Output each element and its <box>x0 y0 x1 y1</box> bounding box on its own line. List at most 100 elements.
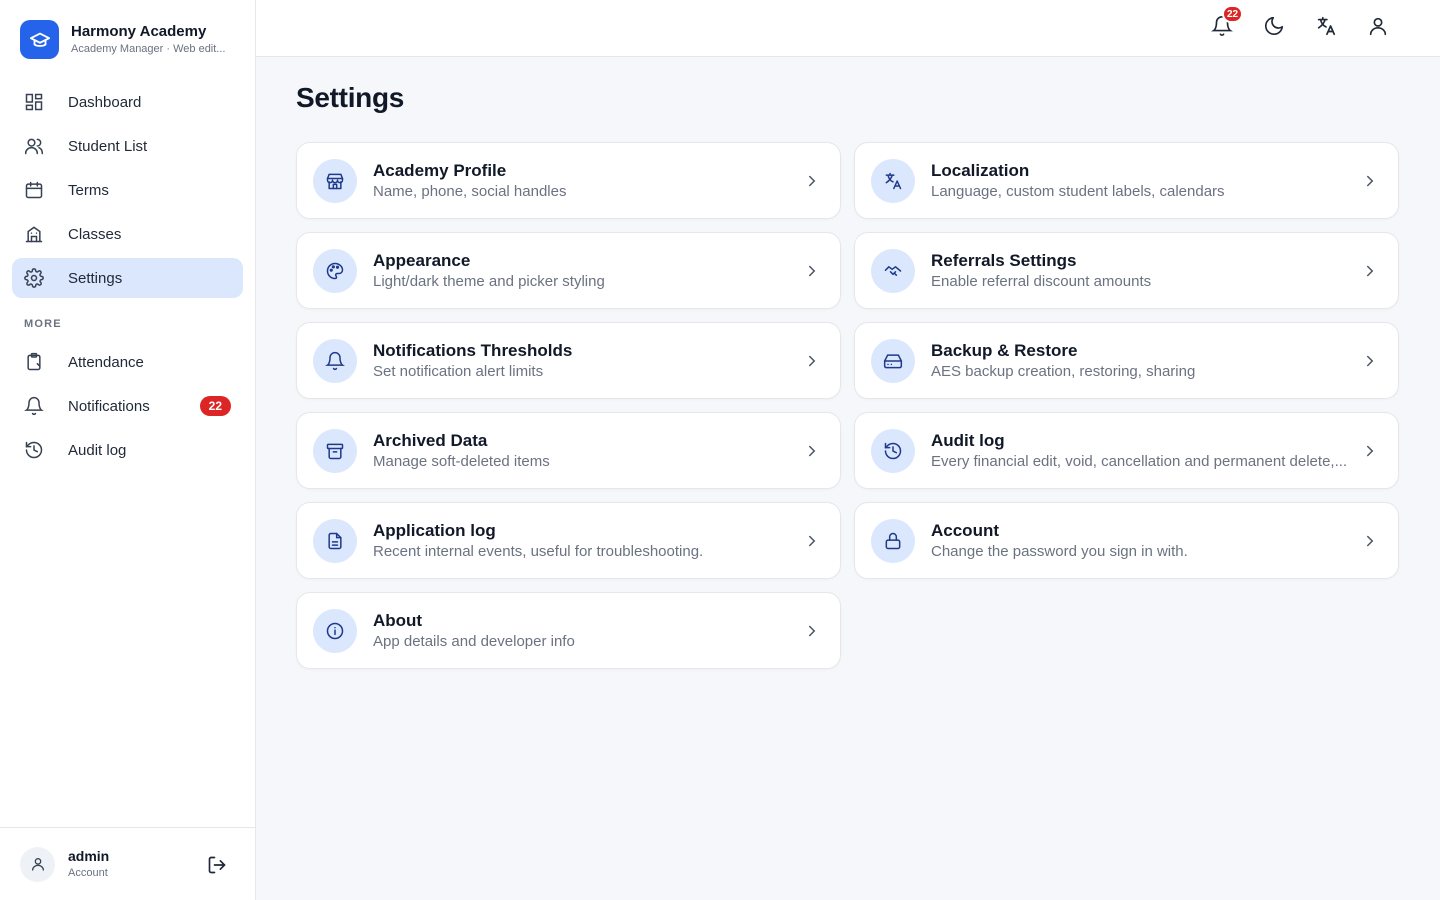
palette-icon <box>313 248 357 293</box>
chevron-right-icon <box>1360 531 1380 551</box>
sidebar-item-label: Audit log <box>68 441 127 459</box>
notification-count-badge: 22 <box>199 396 231 416</box>
history-icon <box>871 428 915 473</box>
lock-icon <box>871 518 915 563</box>
translate-icon <box>871 158 915 203</box>
card-subtitle: Set notification alert limits <box>373 362 544 380</box>
notification-count-badge: 22 <box>1222 5 1243 23</box>
brand[interactable]: Harmony Academy Academy Manager · Web ed… <box>20 20 245 59</box>
user-icon <box>1367 15 1389 42</box>
chevron-right-icon <box>1360 171 1380 191</box>
logout-icon[interactable] <box>206 854 228 876</box>
settings-card-appearance[interactable]: Appearance Light/dark theme and picker s… <box>296 232 841 309</box>
sidebar-item-terms[interactable]: Terms <box>12 170 243 210</box>
settings-card-account[interactable]: Account Change the password you sign in … <box>854 502 1399 579</box>
card-title: Localization <box>931 160 1030 180</box>
sidebar-item-classes[interactable]: Classes <box>12 214 243 254</box>
settings-card-audit-log[interactable]: Audit log Every financial edit, void, ca… <box>854 412 1399 489</box>
avatar[interactable] <box>20 846 55 882</box>
card-title: Account <box>931 520 999 540</box>
top-bar: 22 <box>256 0 1440 57</box>
moon-icon <box>1263 15 1285 42</box>
sidebar-item-student-list[interactable]: Student List <box>12 126 243 166</box>
sidebar-item-label: Settings <box>68 269 123 287</box>
card-subtitle: Name, phone, social handles <box>373 182 567 200</box>
settings-card-application-log[interactable]: Application log Recent internal events, … <box>296 502 841 579</box>
chevron-right-icon <box>802 531 822 551</box>
sidebar: Harmony Academy Academy Manager · Web ed… <box>0 0 256 900</box>
archive-icon <box>313 428 357 473</box>
users-icon <box>24 136 44 156</box>
file-text-icon <box>313 518 357 563</box>
sidebar-item-notifications[interactable]: Notifications 22 <box>12 386 243 426</box>
sidebar-item-label: Attendance <box>68 353 144 371</box>
calendar-icon <box>24 180 44 200</box>
card-subtitle: Every financial edit, void, cancellation… <box>931 452 1348 470</box>
user-account: admin Account <box>0 827 255 900</box>
info-icon <box>313 608 357 653</box>
bell-icon <box>313 338 357 383</box>
notifications-button[interactable]: 22 <box>1210 5 1243 40</box>
card-subtitle: Light/dark theme and picker styling <box>373 272 605 290</box>
sidebar-nav: Dashboard Student List Terms Classes Set… <box>12 82 243 474</box>
sidebar-item-dashboard[interactable]: Dashboard <box>12 82 243 122</box>
sidebar-item-label: Student List <box>68 137 148 155</box>
card-title: Appearance <box>373 250 471 270</box>
card-subtitle: Recent internal events, useful for troub… <box>373 542 704 560</box>
settings-card-notification-thresholds[interactable]: Notifications Thresholds Set notificatio… <box>296 322 841 399</box>
chevron-right-icon <box>802 171 822 191</box>
settings-card-archived-data[interactable]: Archived Data Manage soft-deleted items <box>296 412 841 489</box>
sidebar-item-attendance[interactable]: Attendance <box>12 342 243 382</box>
sidebar-item-label: Notifications <box>68 397 150 415</box>
card-subtitle: Language, custom student labels, calenda… <box>931 182 1225 200</box>
dashboard-icon <box>24 92 44 112</box>
user-name: admin <box>68 848 110 864</box>
card-subtitle: Manage soft-deleted items <box>373 452 550 470</box>
store-icon <box>313 158 357 203</box>
settings-card-referrals[interactable]: Referrals Settings Enable referral disco… <box>854 232 1399 309</box>
chevron-right-icon <box>802 351 822 371</box>
sidebar-item-label: Dashboard <box>68 93 142 111</box>
graduation-cap-icon <box>20 20 59 59</box>
page-title: Settings <box>296 82 405 113</box>
card-title: Academy Profile <box>373 160 507 180</box>
sidebar-item-label: Terms <box>68 181 109 199</box>
handshake-icon <box>871 248 915 293</box>
card-title: Application log <box>373 520 496 540</box>
bell-icon <box>24 396 44 416</box>
settings-card-backup-restore[interactable]: Backup & Restore AES backup creation, re… <box>854 322 1399 399</box>
brand-subtitle: Academy Manager · Web edit... <box>71 42 226 55</box>
settings-card-about[interactable]: About App details and developer info <box>296 592 841 669</box>
settings-card-localization[interactable]: Localization Language, custom student la… <box>854 142 1399 219</box>
chevron-right-icon <box>1360 351 1380 371</box>
sidebar-section-more: MORE <box>24 318 62 330</box>
card-title: Backup & Restore <box>931 340 1078 360</box>
sidebar-item-label: Classes <box>68 225 122 243</box>
card-subtitle: Enable referral discount amounts <box>931 272 1152 290</box>
card-subtitle: AES backup creation, restoring, sharing <box>931 362 1196 380</box>
chevron-right-icon <box>802 621 822 641</box>
clipboard-icon <box>24 352 44 372</box>
chevron-right-icon <box>802 261 822 281</box>
card-title: Notifications Thresholds <box>373 340 573 360</box>
theme-toggle-button[interactable] <box>1262 16 1286 40</box>
card-subtitle: App details and developer info <box>373 632 575 650</box>
profile-button[interactable] <box>1366 16 1390 40</box>
card-title: Archived Data <box>373 430 488 450</box>
translate-icon <box>1315 15 1337 42</box>
user-role: Account <box>68 867 108 879</box>
building-icon <box>24 224 44 244</box>
sidebar-item-settings[interactable]: Settings <box>12 258 243 298</box>
sidebar-item-audit-log[interactable]: Audit log <box>12 430 243 470</box>
settings-card-academy-profile[interactable]: Academy Profile Name, phone, social hand… <box>296 142 841 219</box>
chevron-right-icon <box>1360 441 1380 461</box>
card-title: Audit log <box>931 430 1005 450</box>
language-button[interactable] <box>1314 16 1338 40</box>
hard-drive-icon <box>871 338 915 383</box>
card-title: Referrals Settings <box>931 250 1077 270</box>
chevron-right-icon <box>1360 261 1380 281</box>
card-subtitle: Change the password you sign in with. <box>931 542 1188 560</box>
history-icon <box>24 440 44 460</box>
card-title: About <box>373 610 423 630</box>
chevron-right-icon <box>802 441 822 461</box>
